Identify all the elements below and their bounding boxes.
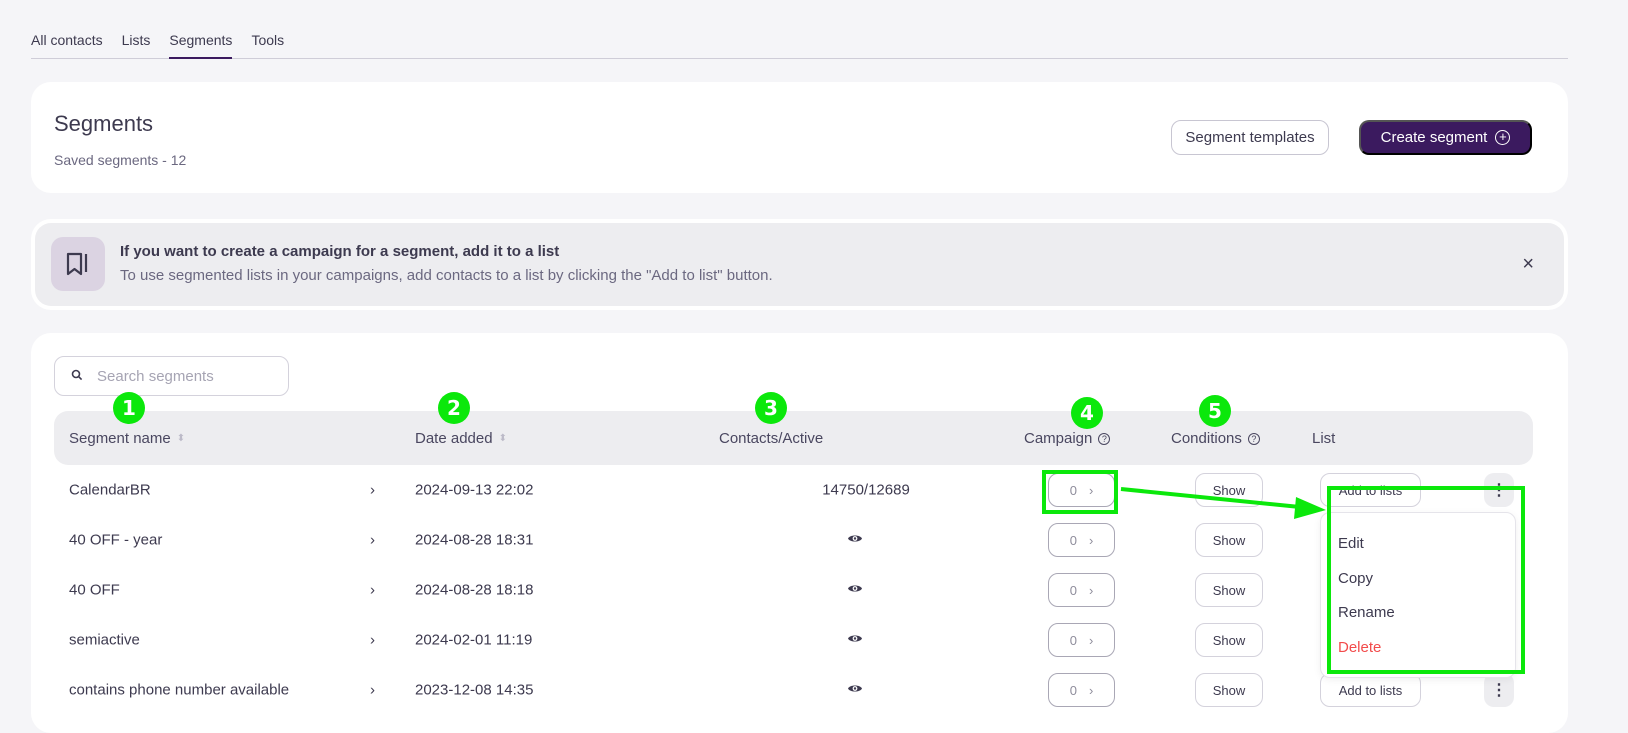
annotation-arrow (1120, 487, 1326, 519)
